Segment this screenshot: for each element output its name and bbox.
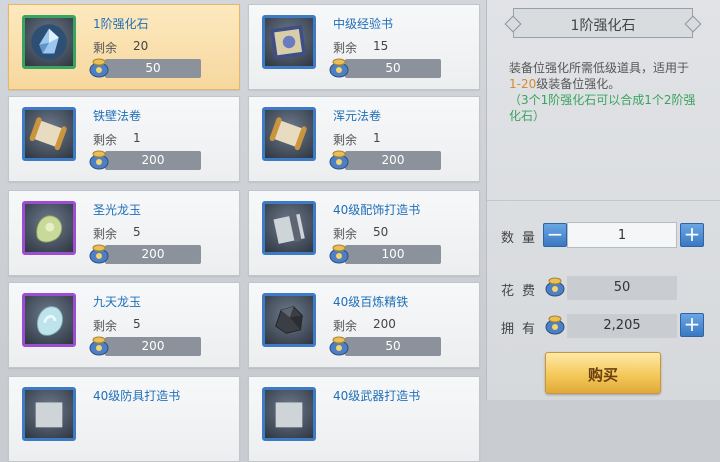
price-bar: 200 [345,151,441,170]
currency-bag-icon [87,147,111,171]
desc-level-range: 1-20 [509,77,537,91]
shop-item-card[interactable]: 圣光龙玉 剩余 5 200 [8,190,240,276]
owned-value: 2,205 [603,318,641,333]
currency-bag-icon [87,333,111,357]
scroll-icon [262,107,316,161]
remain-label: 剩余 [333,41,358,55]
item-name: 浑元法卷 [333,109,382,123]
item-name: 铁壁法卷 [93,109,142,123]
price-bar: 50 [105,59,201,78]
detail-title-frame: 1阶强化石 [513,8,693,38]
desc-text: 装备位强化所需低级道具，适用于 [509,61,690,75]
owned-label: 拥有 [501,322,544,337]
remain-label: 剩余 [333,319,358,333]
blueprint-icon [22,387,76,441]
remain-count: 1 [133,131,141,145]
item-name: 40级配饰打造书 [333,203,421,217]
shop-item-card[interactable]: 40级武器打造书 [248,376,480,462]
quantity-value: 1 [617,228,627,243]
price-value: 50 [385,339,401,353]
price-value: 200 [141,247,165,261]
blueprint-icon [262,387,316,441]
detail-title: 1阶强化石 [570,18,636,34]
owned-box: 2,205 [567,314,677,338]
remain-label: 剩余 [93,133,118,147]
currency-bag-icon [543,312,567,336]
price-bar: 200 [105,337,201,356]
shop-item-card[interactable]: 40级百炼精铁 剩余 200 50 [248,282,480,368]
remain-count: 200 [373,317,396,331]
price-bar: 200 [105,245,201,264]
crystal-stone-icon [22,15,76,69]
price-value: 200 [381,153,405,167]
currency-bag-icon [327,241,351,265]
remain-count: 15 [373,39,389,53]
remain-label: 剩余 [333,227,358,241]
price-bar: 50 [345,337,441,356]
blueprint-icon [262,201,316,255]
ore-icon [262,293,316,347]
remain-count: 1 [373,131,381,145]
item-name: 40级百炼精铁 [333,295,409,309]
remain-label: 剩余 [333,133,358,147]
book-icon [262,15,316,69]
item-name: 中级经验书 [333,17,394,31]
increase-quantity-button[interactable]: + [680,223,704,247]
cost-box: 50 [567,276,677,300]
desc-text-2: 级装备位强化。 [536,77,621,91]
item-name: 40级防具打造书 [93,389,181,403]
shop-item-card[interactable]: 40级防具打造书 [8,376,240,462]
decrease-quantity-button[interactable]: − [543,223,567,247]
desc-note: （3个1阶强化石可以合成1个2阶强化石） [509,93,696,123]
item-name: 1阶强化石 [93,17,149,31]
currency-bag-icon [327,147,351,171]
divider [487,200,720,201]
remain-count: 5 [133,225,141,239]
cost-label: 花费 [501,284,544,299]
price-bar: 100 [345,245,441,264]
cost-value: 50 [613,280,631,295]
price-value: 50 [385,61,401,75]
item-description: 装备位强化所需低级道具，适用于 1-20级装备位强化。 （3个1阶强化石可以合成1… [509,60,699,124]
price-bar: 50 [345,59,441,78]
shop-item-card[interactable]: 40级配饰打造书 剩余 50 100 [248,190,480,276]
price-value: 50 [145,61,161,75]
remain-label: 剩余 [93,41,118,55]
quantity-label: 数量 [501,231,544,246]
shop-item-card[interactable]: 铁壁法卷 剩余 1 200 [8,96,240,182]
scroll-icon [22,107,76,161]
currency-bag-icon [87,241,111,265]
shop-item-card[interactable]: 九天龙玉 剩余 5 200 [8,282,240,368]
buy-button-label: 购买 [587,366,618,384]
currency-bag-icon [327,333,351,357]
item-name: 40级武器打造书 [333,389,421,403]
remain-label: 剩余 [93,227,118,241]
remain-label: 剩余 [93,319,118,333]
jade-icon [22,293,76,347]
quantity-input[interactable]: 1 [567,222,677,248]
remain-count: 20 [133,39,149,53]
price-value: 100 [381,247,405,261]
remain-count: 50 [373,225,389,239]
remain-count: 5 [133,317,141,331]
shop-item-card[interactable]: 浑元法卷 剩余 1 200 [248,96,480,182]
item-name: 圣光龙玉 [93,203,142,217]
price-value: 200 [141,153,165,167]
currency-bag-icon [87,55,111,79]
shop-item-card[interactable]: 中级经验书 剩余 15 50 [248,4,480,90]
currency-bag-icon [543,274,567,298]
add-currency-button[interactable]: + [680,313,704,337]
jade-icon [22,201,76,255]
shop-item-card[interactable]: 1阶强化石 剩余 20 50 [8,4,240,90]
item-name: 九天龙玉 [93,295,142,309]
currency-bag-icon [327,55,351,79]
item-detail-panel: 1阶强化石 装备位强化所需低级道具，适用于 1-20级装备位强化。 （3个1阶强化… [486,0,720,400]
buy-button[interactable]: 购买 [545,352,661,394]
price-bar: 200 [105,151,201,170]
price-value: 200 [141,339,165,353]
